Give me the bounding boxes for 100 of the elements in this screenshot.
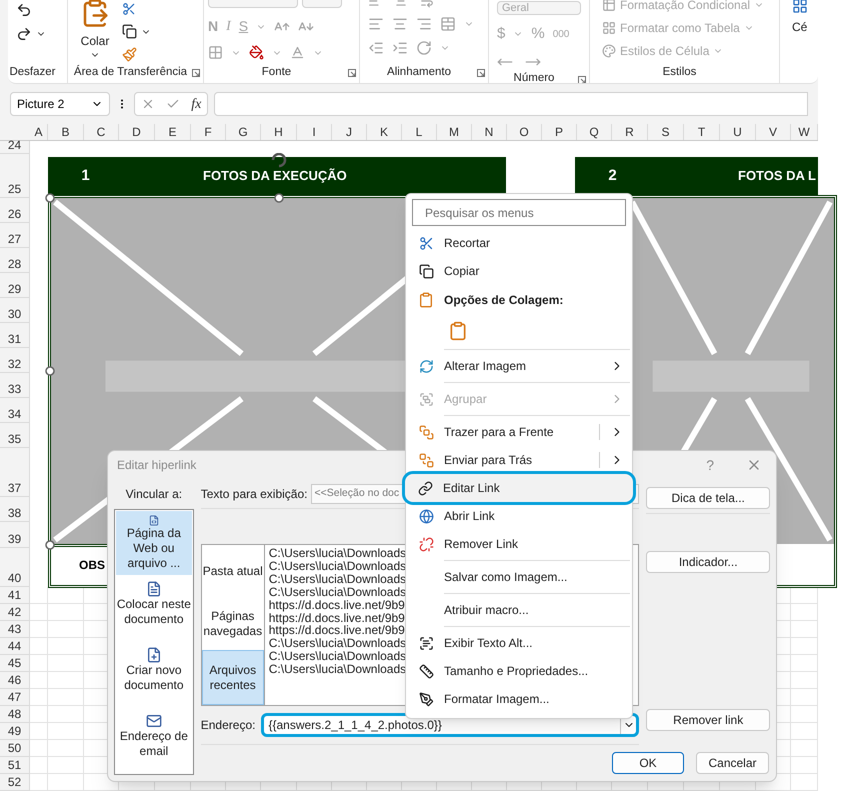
row-header[interactable]: 51 (0, 757, 30, 774)
row-header[interactable]: 41 (0, 587, 30, 604)
column-header[interactable]: W (791, 124, 818, 140)
spreadsheet-cell[interactable] (48, 587, 84, 604)
spreadsheet-cell[interactable] (30, 706, 48, 723)
cancel-button[interactable]: Cancelar (696, 752, 769, 774)
spreadsheet-cell[interactable] (791, 740, 818, 757)
resize-handle[interactable] (45, 193, 55, 203)
formula-field[interactable] (214, 92, 808, 116)
spreadsheet-cell[interactable] (791, 587, 818, 604)
column-header[interactable]: L (402, 124, 437, 140)
menu-item[interactable]: Alterar Imagem (406, 352, 632, 380)
row-header[interactable]: 33 (0, 373, 30, 398)
spreadsheet-cell[interactable] (791, 655, 818, 672)
menu-item[interactable]: Copiar (406, 257, 632, 285)
row-header[interactable]: 31 (0, 323, 30, 348)
column-header[interactable]: O (507, 124, 542, 140)
link-target-option[interactable]: Colocar neste documento (116, 577, 192, 641)
resize-handle[interactable] (45, 540, 55, 550)
row-header[interactable]: 46 (0, 672, 30, 689)
column-header[interactable]: V (756, 124, 791, 140)
spreadsheet-cell[interactable] (30, 757, 48, 774)
spreadsheet-cell[interactable] (791, 689, 818, 706)
column-header[interactable]: H (261, 124, 297, 140)
menu-item[interactable]: Trazer para a Frente (406, 418, 632, 446)
column-header[interactable]: I (297, 124, 332, 140)
menu-item[interactable]: Atribuir macro... (406, 596, 632, 624)
insert-function-button[interactable]: fx (191, 94, 202, 114)
row-header[interactable]: 26 (0, 198, 30, 223)
row-header[interactable]: 40 (0, 548, 30, 587)
spreadsheet-cell[interactable] (48, 655, 84, 672)
spreadsheet-cell[interactable] (791, 706, 818, 723)
column-header[interactable]: S (648, 124, 684, 140)
row-header[interactable]: 49 (0, 723, 30, 740)
menu-search-field[interactable]: Pesquisar os menus (412, 199, 626, 226)
spreadsheet-cell[interactable] (30, 689, 48, 706)
column-header[interactable]: F (191, 124, 226, 140)
spreadsheet-cell[interactable] (791, 604, 818, 621)
bookmark-button[interactable]: Indicador... (646, 551, 770, 573)
menu-item[interactable]: Tamanho e Propriedades... (406, 657, 632, 685)
menu-item[interactable]: Recortar (406, 229, 632, 257)
row-header[interactable]: 38 (0, 497, 30, 522)
remove-link-button[interactable]: Remover link (646, 709, 770, 731)
spreadsheet-cell[interactable] (30, 723, 48, 740)
column-header[interactable]: B (48, 124, 84, 140)
menu-item[interactable]: Abrir Link (406, 502, 632, 530)
spreadsheet-cell[interactable] (791, 621, 818, 638)
row-header[interactable]: 28 (0, 248, 30, 273)
column-header[interactable]: Q (577, 124, 612, 140)
row-header[interactable]: 39 (0, 522, 30, 548)
row-header[interactable]: 42 (0, 604, 30, 621)
rotate-handle[interactable] (271, 153, 287, 168)
row-header[interactable]: 25 (0, 154, 30, 198)
spreadsheet-cell[interactable] (30, 587, 48, 604)
spreadsheet-cell[interactable] (48, 723, 84, 740)
resize-handle[interactable] (274, 193, 284, 203)
row-header[interactable]: 47 (0, 689, 30, 706)
menu-item[interactable]: Exibir Texto Alt... (406, 629, 632, 657)
spreadsheet-cell[interactable] (791, 638, 818, 655)
resize-handle[interactable] (45, 366, 55, 376)
row-header[interactable]: 35 (0, 423, 30, 448)
spreadsheet-cell[interactable] (30, 604, 48, 621)
spreadsheet-cell[interactable] (48, 774, 84, 791)
row-header[interactable]: 34 (0, 398, 30, 423)
spreadsheet-cell[interactable] (30, 638, 48, 655)
spreadsheet-cell[interactable] (30, 672, 48, 689)
ok-button[interactable]: OK (612, 752, 684, 774)
screen-tip-button[interactable]: Dica de tela... (646, 487, 770, 509)
spreadsheet-cell[interactable] (791, 672, 818, 689)
menu-item[interactable]: Enviar para Trás (406, 446, 632, 474)
spreadsheet-cell[interactable] (30, 774, 48, 791)
spreadsheet-cell[interactable] (48, 672, 84, 689)
look-in-tab[interactable]: Arquivos recentes (202, 650, 264, 706)
cells-label[interactable]: Cé (792, 18, 808, 36)
spreadsheet-cell[interactable] (48, 689, 84, 706)
column-header[interactable]: R (612, 124, 648, 140)
column-header[interactable]: M (437, 124, 472, 140)
spreadsheet-cell[interactable] (48, 706, 84, 723)
spreadsheet-cell[interactable] (30, 621, 48, 638)
column-header[interactable]: D (119, 124, 155, 140)
row-header[interactable]: 37 (0, 448, 30, 497)
spreadsheet-cell[interactable] (30, 655, 48, 672)
column-header[interactable]: C (84, 124, 119, 140)
row-header[interactable]: 52 (0, 774, 30, 791)
row-header[interactable]: 50 (0, 740, 30, 757)
column-header[interactable]: T (684, 124, 720, 140)
row-header[interactable]: 48 (0, 706, 30, 723)
link-target-option[interactable]: Criar novo documento (116, 643, 192, 707)
menu-item[interactable]: Editar Link (405, 474, 633, 502)
menu-item[interactable]: Formatar Imagem... (406, 685, 632, 713)
row-header[interactable]: 24 (0, 141, 30, 154)
name-box[interactable]: Picture 2 (10, 92, 110, 116)
row-header[interactable]: 32 (0, 348, 30, 373)
spreadsheet-cell[interactable] (48, 740, 84, 757)
row-header[interactable]: 45 (0, 655, 30, 672)
row-header[interactable]: 29 (0, 273, 30, 298)
row-header[interactable]: 27 (0, 223, 30, 248)
column-header[interactable]: G (226, 124, 261, 140)
link-target-option[interactable]: Página da Web ou arquivo ... (116, 511, 192, 575)
paste-label[interactable]: Colar (80, 32, 110, 50)
